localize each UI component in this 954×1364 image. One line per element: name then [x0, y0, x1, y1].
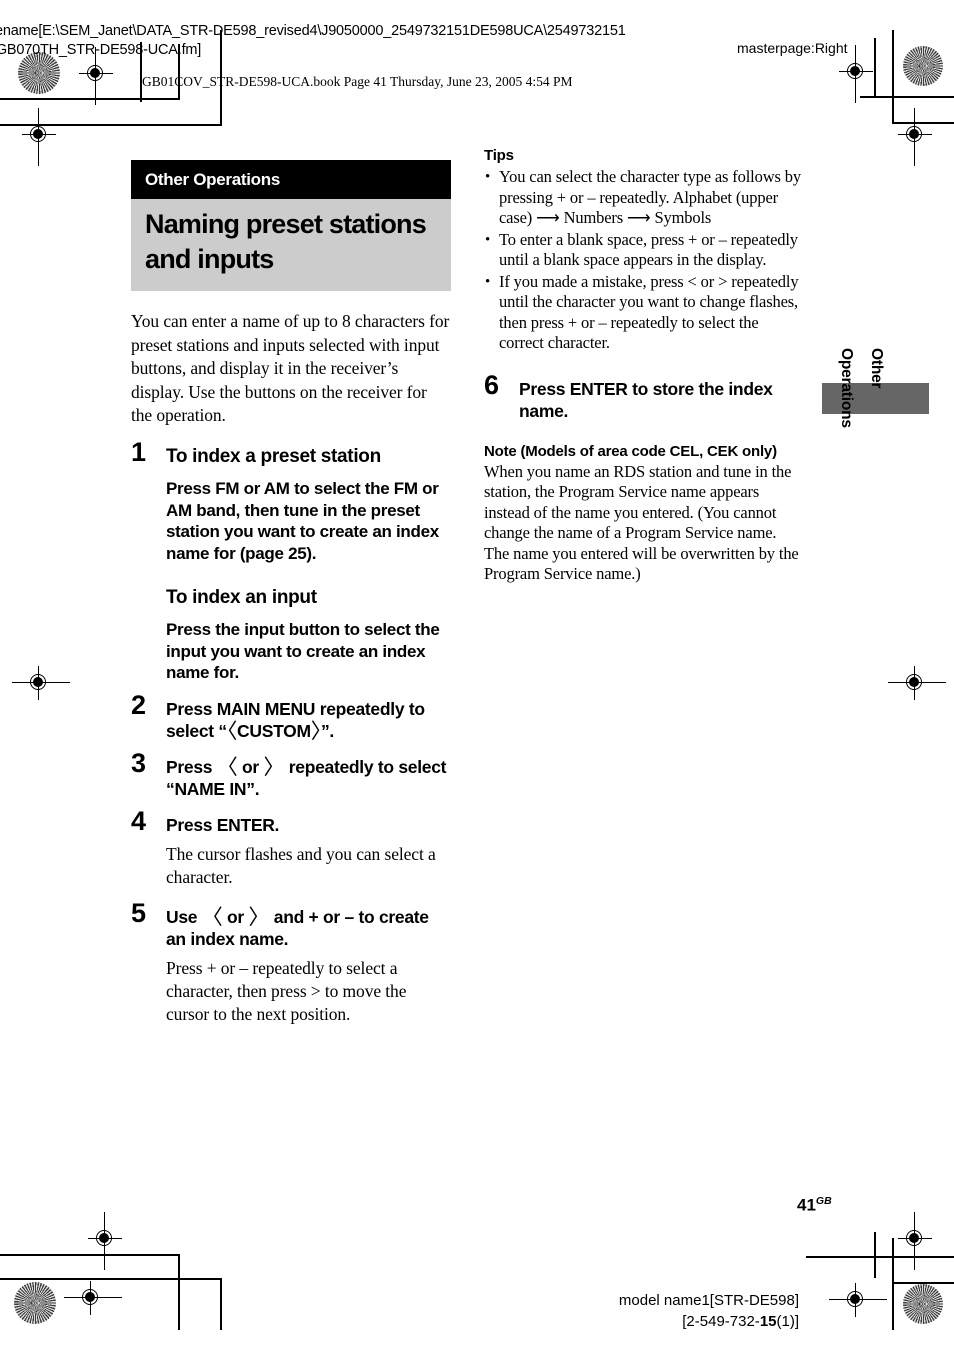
step-number: 3 — [131, 747, 147, 778]
step-6: 6 Press ENTER to store the index name. — [484, 371, 802, 422]
note-heading: Note (Models of area code CEL, CEK only) — [484, 442, 777, 460]
step-3: 3 Press 〈 or 〉 repeatedly to select “NAM… — [131, 749, 451, 800]
step-heading: Press MAIN MENU repeatedly to select “〈C… — [166, 698, 451, 742]
step-number: 6 — [484, 369, 500, 400]
page-content: Other Operations Naming preset stations … — [0, 0, 954, 1364]
document-code: [2-549-732-15(1)] — [617, 1311, 799, 1332]
page-number: 41GB — [797, 1195, 832, 1216]
step-1: 1 To index a preset station — [131, 439, 451, 469]
page-title: Naming preset stations and inputs — [131, 199, 451, 291]
step-5-body: Press + or – repeatedly to select a char… — [166, 958, 407, 1024]
step-heading: Press 〈 or 〉 repeatedly to select “NAME … — [166, 756, 451, 800]
doc-code-suffix: (1)] — [776, 1313, 800, 1330]
right-column: Tips You can select the character type a… — [484, 147, 802, 585]
tips-heading: Tips — [484, 147, 514, 164]
angle-close-icon: 〉 — [248, 906, 270, 929]
step-text: ”. — [320, 720, 334, 741]
chapter-header-block: Other Operations Naming preset stations … — [131, 160, 451, 291]
step-5: 5 Use 〈 or 〉 and + or – to create an ind… — [131, 900, 451, 1026]
step-text: Use — [166, 907, 202, 927]
left-column: Other Operations Naming preset stations … — [131, 160, 451, 1044]
intro-paragraph: You can enter a name of up to 8 characte… — [131, 311, 450, 425]
list-item: To enter a blank space, press + or – rep… — [484, 230, 802, 271]
step-text: Press — [166, 756, 217, 777]
step-heading: Use 〈 or 〉 and + or – to create an index… — [166, 906, 451, 950]
step-text: or — [237, 756, 264, 777]
subsection-body: Press the input button to select the inp… — [166, 620, 440, 682]
doc-code-revision: 15 — [759, 1313, 777, 1330]
step-heading: Press ENTER. — [166, 814, 280, 835]
step-number: 4 — [131, 805, 147, 836]
step-heading: Press ENTER to store the index name. — [519, 378, 773, 421]
tips-list: You can select the character type as fol… — [484, 167, 802, 354]
step-4: 4 Press ENTER. The cursor flashes and yo… — [131, 807, 451, 889]
doc-code-prefix: [2-549-732- — [682, 1313, 760, 1330]
list-item: If you made a mistake, press < or > repe… — [484, 272, 802, 354]
list-item: You can select the character type as fol… — [484, 167, 802, 229]
step-4-body: The cursor flashes and you can select a … — [166, 843, 436, 887]
step-text: CUSTOM — [237, 720, 311, 741]
angle-open-icon: 〈 — [216, 755, 238, 779]
step-1-body: Press FM or AM to select the FM or AM ba… — [166, 479, 439, 563]
note-body: When you name an RDS station and tune in… — [484, 461, 799, 584]
angle-open-icon: 〈 — [201, 906, 223, 929]
angle-close-icon: 〉 — [310, 719, 322, 743]
step-2: 2 Press MAIN MENU repeatedly to select “… — [131, 691, 451, 742]
step-number: 5 — [131, 898, 147, 928]
thumb-tab-label: Other Operations — [838, 348, 885, 428]
angle-open-icon: 〈 — [226, 719, 238, 743]
model-name: model name1[STR-DE598] — [618, 1292, 799, 1309]
subsection-heading: To index an input — [166, 587, 317, 608]
page-number-value: 41 — [797, 1195, 816, 1215]
angle-close-icon: 〉 — [263, 755, 285, 779]
step-number: 1 — [131, 437, 147, 467]
model-info-block: model name1[STR-DE598] [2-549-732-15(1)] — [617, 1290, 799, 1332]
step-number: 2 — [131, 689, 147, 720]
page-number-region: GB — [815, 1195, 832, 1207]
step-heading: To index a preset station — [166, 446, 381, 467]
step-text: or — [222, 907, 249, 927]
chapter-bar-label: Other Operations — [131, 160, 451, 199]
